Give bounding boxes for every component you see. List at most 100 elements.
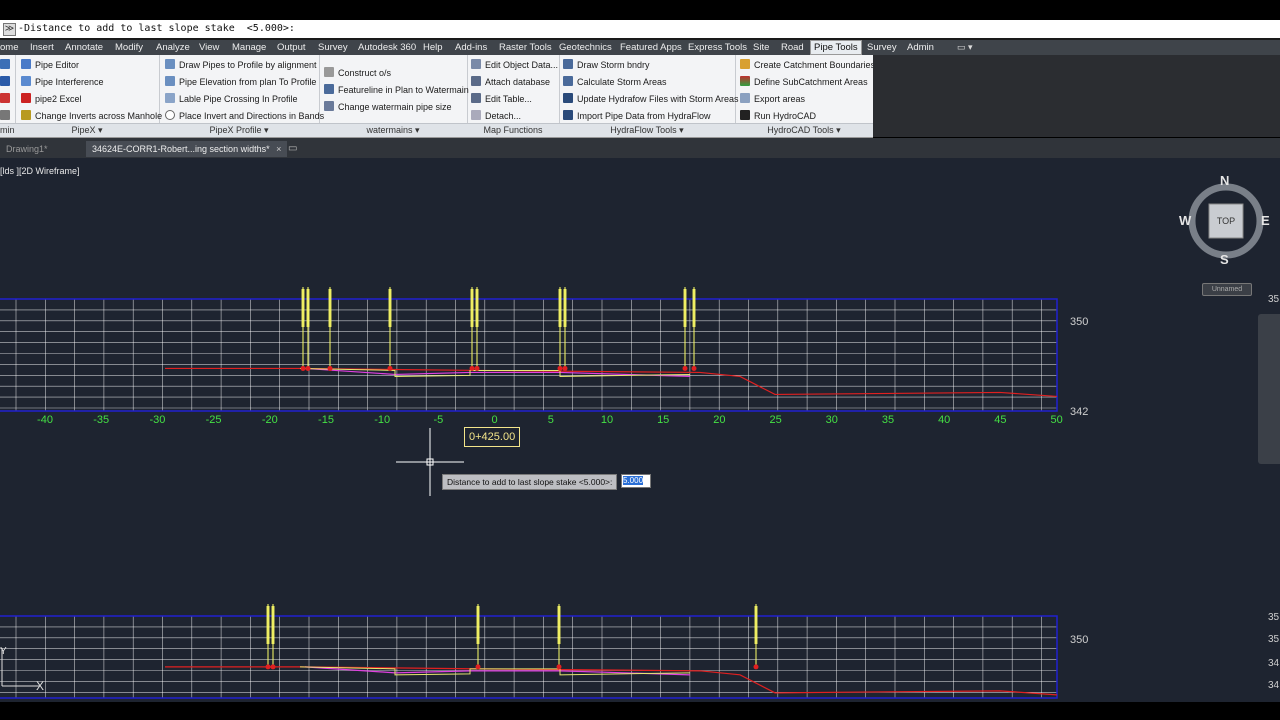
draw-storm-bndry-button[interactable]: Draw Storm bndry	[563, 59, 650, 71]
pipe-interference-button[interactable]: Pipe Interference	[21, 76, 104, 88]
menu-raster-tools[interactable]: Raster Tools	[496, 41, 555, 54]
panel-title-label: PipeX Profile	[209, 125, 262, 135]
edit-table-button[interactable]: Edit Table...	[471, 93, 532, 105]
edit-object-data-button[interactable]: Edit Object Data...	[471, 59, 558, 71]
lable-crossing-button[interactable]: Lable Pipe Crossing In Profile	[165, 93, 298, 105]
sheet-icon[interactable]	[0, 59, 14, 71]
import-pipe-data-button[interactable]: Import Pipe Data from HydraFlow	[563, 110, 711, 122]
menu-survey[interactable]: Survey	[315, 41, 351, 54]
pipe-elevation-button[interactable]: Pipe Elevation from plan To Profile	[165, 76, 316, 88]
featureline-button[interactable]: Featureline in Plan to Watermain	[324, 84, 469, 96]
export-areas-button[interactable]: Export areas	[740, 93, 805, 105]
panel-title-hydrocad[interactable]: HydroCAD Tools ▾	[735, 123, 873, 137]
attach-database-button[interactable]: Attach database	[471, 76, 550, 88]
offset-axis: -40 -35 -30 -25 -20 -15 -10 -5 0 5 10 15 20 25 30 35 40 4…	[37, 414, 1063, 426]
x-icon[interactable]	[0, 93, 14, 105]
panel-admin-partial: min	[0, 55, 16, 137]
panel-title-watermains[interactable]: watermains ▾	[319, 123, 467, 137]
vertical-label	[388, 289, 392, 327]
calculate-storm-button[interactable]: Calculate Storm Areas	[563, 76, 667, 88]
section-frame	[0, 298, 1058, 412]
panel-hydrocad: Create Catchment Boundaries Define SubCa…	[735, 55, 875, 137]
lable-crossing-label: Lable Pipe Crossing In Profile	[179, 94, 298, 104]
menu-home[interactable]: ome	[0, 41, 21, 54]
command-icon[interactable]: ≫	[3, 23, 16, 36]
menu-annotate[interactable]: Annotate	[62, 41, 106, 54]
draw-pipes-profile-button[interactable]: Draw Pipes to Profile by alignment	[165, 59, 317, 71]
menu-geotechnics[interactable]: Geotechnics	[556, 41, 615, 54]
ucs-menu[interactable]: Unnamed	[1202, 283, 1252, 296]
panel-title-pipex-profile[interactable]: PipeX Profile ▾	[159, 123, 319, 137]
command-line[interactable]: ≫ -Distance to add to last slope stake <…	[0, 20, 1280, 39]
navigation-bar[interactable]	[1258, 314, 1280, 464]
new-tab-icon[interactable]: ▭	[282, 141, 303, 157]
create-catchment-button[interactable]: Create Catchment Boundaries	[740, 59, 875, 71]
axis-tick-label: 50	[1050, 414, 1062, 426]
menu-insert[interactable]: Insert	[27, 41, 57, 54]
run-hydrocad-button[interactable]: Run HydroCAD	[740, 110, 816, 122]
right-elevation-label: 35	[1268, 634, 1280, 645]
point-marker	[469, 365, 475, 371]
dynamic-input-field[interactable]: 5.000	[621, 474, 651, 488]
place-invert-button[interactable]: Place Invert and Directions in Bands	[165, 110, 324, 122]
vertical-label	[557, 606, 561, 644]
panel-title-pipex[interactable]: PipeX ▾	[15, 123, 159, 137]
menu-modify[interactable]: Modify	[112, 41, 146, 54]
close-icon[interactable]: ×	[276, 144, 281, 154]
dynamic-input-prompt: Distance to add to last slope stake <5.0…	[442, 474, 618, 490]
detach-button[interactable]: Detach...	[471, 110, 521, 122]
tab-drawing1[interactable]: Drawing1*	[0, 141, 54, 157]
menu-pipe-tools[interactable]: Pipe Tools	[810, 40, 862, 55]
viewcube-top-face[interactable]: TOP	[1209, 216, 1243, 226]
vertical-label	[266, 606, 270, 644]
define-subcatchment-button[interactable]: Define SubCatchment Areas	[740, 76, 868, 88]
pipe-editor-button[interactable]: Pipe Editor	[21, 59, 79, 71]
tab-active-drawing[interactable]: 34624E-CORR1-Robert...ing section widths…	[86, 141, 288, 157]
panel-title-label: watermains	[366, 125, 413, 135]
menu-express-tools[interactable]: Express Tools	[685, 41, 750, 54]
ucs-y-label: Y	[0, 646, 7, 657]
axis-tick-label: 45	[994, 414, 1006, 426]
menu-addins[interactable]: Add-ins	[452, 41, 490, 54]
panel-title-label: HydroCAD Tools	[767, 125, 834, 135]
construct-icon	[324, 67, 334, 77]
tab-active-label: 34624E-CORR1-Robert...ing section widths…	[92, 144, 270, 154]
menu-manage[interactable]: Manage	[229, 41, 269, 54]
menu-featured-apps[interactable]: Featured Apps	[617, 41, 685, 54]
compass-w[interactable]: W	[1179, 213, 1191, 228]
pipe2-excel-button[interactable]: pipe2 Excel	[21, 93, 82, 105]
change-watermain-button[interactable]: Change watermain pipe size	[324, 101, 452, 113]
vertical-label	[563, 289, 567, 327]
compass-e[interactable]: E	[1261, 213, 1270, 228]
menu-analyze[interactable]: Analyze	[153, 41, 193, 54]
menu-road[interactable]: Road	[778, 41, 807, 54]
table-icon	[471, 93, 481, 103]
export-areas-label: Export areas	[754, 94, 806, 104]
tool-icon[interactable]	[0, 110, 14, 122]
import-icon	[563, 110, 573, 120]
compass-s[interactable]: S	[1220, 252, 1229, 267]
menu-help[interactable]: Help	[420, 41, 446, 54]
right-elevation-label: 35	[1268, 294, 1280, 305]
axis-tick-label: -5	[434, 414, 444, 426]
menu-survey-2[interactable]: Survey	[864, 41, 900, 54]
menu-autodesk360[interactable]: Autodesk 360	[355, 41, 419, 54]
viewcube[interactable]: N S E W TOP	[1173, 173, 1279, 272]
menu-admin[interactable]: Admin	[904, 41, 937, 54]
menu-site[interactable]: Site	[750, 41, 772, 54]
circle-icon	[165, 110, 175, 120]
change-inverts-button[interactable]: Change Inverts across Manhole	[21, 110, 162, 122]
save-icon[interactable]	[0, 76, 14, 88]
drawing-viewport[interactable]: [lds ][2D Wireframe] 350 342 350 -40 -35 -3…	[0, 158, 1280, 702]
compass-n[interactable]: N	[1220, 173, 1229, 188]
update-hydrafow-button[interactable]: Update Hydrafow Files with Storm Areas	[563, 93, 739, 105]
panel-title-hydraflow[interactable]: HydraFlow Tools ▾	[559, 123, 735, 137]
draw-pipes-label: Draw Pipes to Profile by alignment	[179, 60, 317, 70]
menu-view[interactable]: View	[196, 41, 222, 54]
ribbon-toggle-icon[interactable]: ▭ ▾	[954, 41, 976, 54]
axis-tick-label: 25	[769, 414, 781, 426]
point-marker	[556, 664, 562, 670]
menu-output[interactable]: Output	[274, 41, 309, 54]
panel-watermains: Construct o/s Featureline in Plan to Wat…	[319, 55, 469, 137]
construct-os-button[interactable]: Construct o/s	[324, 67, 391, 79]
